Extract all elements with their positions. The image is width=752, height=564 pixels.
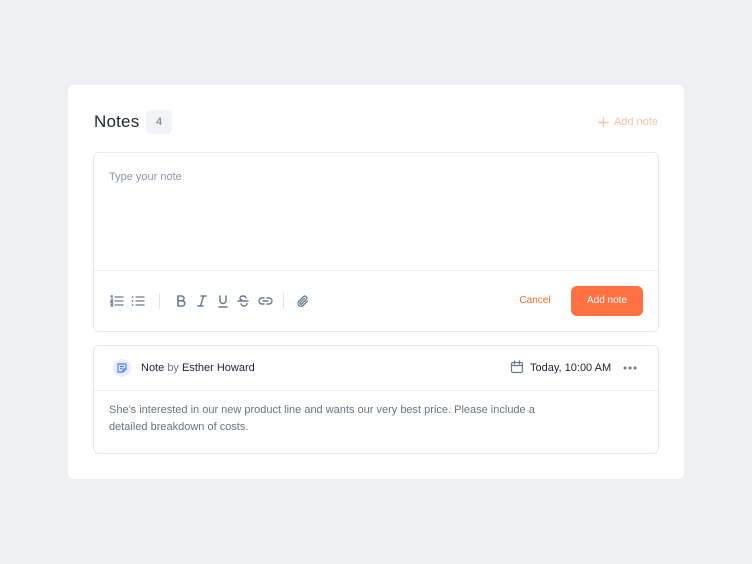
notes-title: Notes <box>94 112 140 131</box>
underline-icon[interactable] <box>215 293 231 309</box>
notes-card: Notes 4 Add note Type your note Cancel A… <box>68 85 684 479</box>
calendar-icon <box>510 360 524 374</box>
note-composer: Cancel Add note <box>93 152 659 332</box>
link-icon[interactable] <box>255 293 275 309</box>
sticky-note-icon <box>113 359 131 377</box>
notes-count-badge: 4 <box>146 110 172 134</box>
note-item: Note by Esther Howard Today, 10:00 AM Sh… <box>93 345 659 454</box>
note-input[interactable] <box>94 153 658 270</box>
add-note-link[interactable]: Add note <box>598 110 658 134</box>
ordered-list-icon[interactable] <box>109 293 125 309</box>
note-prefix: Note <box>141 362 165 374</box>
note-by-word: by <box>167 362 179 374</box>
note-body: She's interested in our new product line… <box>109 404 535 433</box>
italic-icon[interactable] <box>194 293 210 309</box>
more-options-icon[interactable] <box>622 360 638 376</box>
toolbar-divider <box>283 293 284 309</box>
strikethrough-icon[interactable] <box>235 293 251 309</box>
note-timestamp: Today, 10:00 AM <box>530 362 612 374</box>
bold-icon[interactable] <box>173 293 189 309</box>
bullet-list-icon[interactable] <box>130 293 146 309</box>
composer-divider <box>94 270 658 271</box>
toolbar-divider <box>159 293 160 309</box>
note-author-line: Note by Esther Howard <box>141 360 255 376</box>
note-divider <box>94 390 658 391</box>
cancel-button[interactable]: Cancel <box>512 289 558 313</box>
note-author: Esther Howard <box>182 362 255 374</box>
notes-header: Notes 4 Add note <box>94 110 658 134</box>
add-note-button[interactable]: Add note <box>571 286 643 316</box>
attachment-icon[interactable] <box>295 293 311 309</box>
note-header: Note by Esther Howard Today, 10:00 AM <box>94 346 658 390</box>
plus-icon <box>598 116 609 128</box>
add-note-link-label: Add note <box>613 116 658 128</box>
